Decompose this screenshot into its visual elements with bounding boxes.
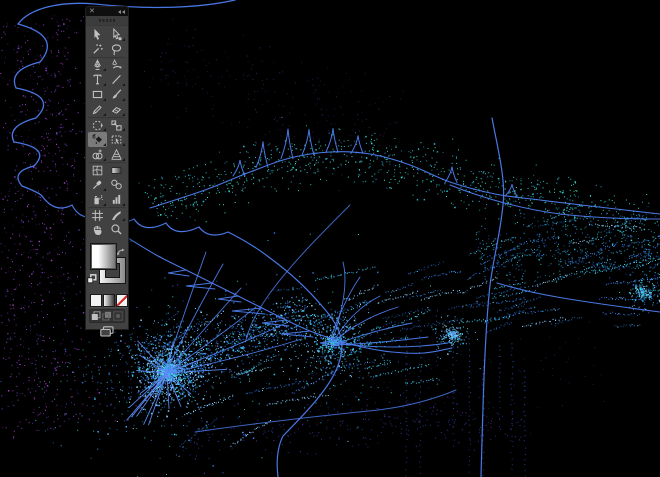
mesh-tool[interactable] [88,162,107,177]
gradient-tool[interactable] [107,162,126,177]
gradient-button[interactable] [103,294,115,307]
pen-icon [91,59,104,72]
draw-behind-button[interactable] [102,311,112,321]
color-button[interactable] [90,294,102,307]
lasso-icon [110,43,123,56]
eyedropper-icon [91,178,104,191]
column-graph-icon [110,193,123,206]
pencil-icon [91,103,104,116]
close-icon[interactable]: ✕ [89,7,95,16]
grip-dots [99,19,115,22]
application-canvas: ✕ [0,0,660,477]
zoom-tool[interactable] [107,222,126,237]
hand-tool[interactable] [88,222,107,237]
shape-builder-tool[interactable] [88,147,107,162]
pen-tool[interactable] [88,57,107,72]
type-tool[interactable] [88,72,107,87]
type-icon [91,73,104,86]
panel-drag-grip[interactable] [86,16,128,26]
gradient-icon [110,164,123,177]
fill-swatch[interactable] [90,243,117,270]
scale-icon [110,119,123,132]
fill-stroke-area [86,240,128,294]
pencil-tool[interactable] [88,102,107,117]
perspective-grid-icon [110,148,123,161]
scale-tool[interactable] [107,117,126,132]
eraser-icon [110,103,123,116]
paint-style-buttons [86,294,128,307]
swap-fill-stroke-icon[interactable] [117,242,126,261]
artboard-icon [91,209,104,222]
artboard-tool[interactable] [88,207,107,222]
curvature-tool[interactable] [107,57,126,72]
none-button[interactable] [116,294,128,307]
tools-panel[interactable]: ✕ [86,7,128,329]
direct-selection-icon [110,28,123,41]
rectangle-tool[interactable] [88,87,107,102]
live-paint-bucket-tool[interactable] [88,132,107,147]
collapse-double-chevron-icon[interactable] [118,10,125,14]
tools-panel-titlebar[interactable]: ✕ [86,7,128,16]
rectangle-icon [91,88,104,101]
hand-icon [91,223,104,236]
paintbrush-icon [110,88,123,101]
screen-mode-icon [100,326,114,337]
direct-selection-tool[interactable] [107,27,126,42]
drawing-modes-group [89,309,125,323]
slice-tool[interactable] [107,207,126,222]
shape-builder-icon [91,148,104,161]
line-segment-icon [110,73,123,86]
default-fill-stroke-icon[interactable] [87,269,97,288]
symbol-sprayer-icon [91,193,104,206]
live-paint-bucket-icon [91,133,104,146]
live-paint-selection-icon [110,133,123,146]
draw-normal-button[interactable] [91,311,101,321]
eyedropper-tool[interactable] [88,177,107,192]
tool-grid [86,26,128,237]
magic-wand-icon [91,43,104,56]
zoom-icon [110,223,123,236]
lasso-tool[interactable] [107,42,126,57]
slice-icon [110,209,123,222]
mesh-icon [91,164,104,177]
rotate-icon [91,119,104,132]
selection-tool[interactable] [88,27,107,42]
change-screen-mode-button[interactable] [86,323,128,339]
selection-icon [91,28,104,41]
blend-icon [110,178,123,191]
curvature-icon [110,59,123,72]
eraser-tool[interactable] [107,102,126,117]
live-paint-selection-tool[interactable] [107,132,126,147]
line-segment-tool[interactable] [107,72,126,87]
magic-wand-tool[interactable] [88,42,107,57]
perspective-grid-tool[interactable] [107,147,126,162]
symbol-sprayer-tool[interactable] [88,192,107,207]
blend-tool[interactable] [107,177,126,192]
column-graph-tool[interactable] [107,192,126,207]
paintbrush-tool[interactable] [107,87,126,102]
draw-inside-button[interactable] [113,311,123,321]
rotate-tool[interactable] [88,117,107,132]
